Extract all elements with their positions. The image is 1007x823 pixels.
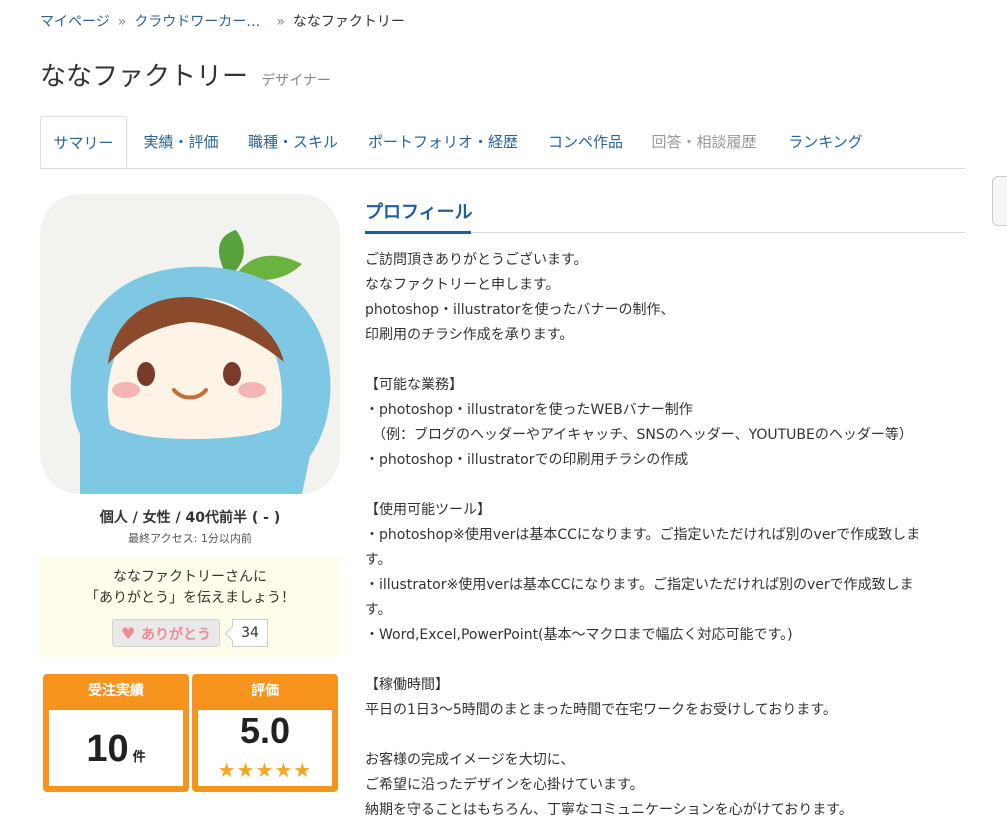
breadcrumb-mypage-link[interactable]: マイページ (40, 14, 110, 30)
thanks-count: 34 (232, 619, 268, 647)
profile-line: photoshop・illustratorを使ったバナーの制作、 (365, 302, 675, 318)
star-icon: ★ (217, 758, 237, 782)
profile-line: ・Word,Excel,PowerPoint(基本～マクロまで幅広く対応可能です… (365, 627, 793, 643)
heart-icon: ♥ (121, 624, 136, 643)
avatar (40, 194, 340, 494)
star-icon: ★ (274, 758, 294, 782)
rating-stars: ★★★★★ (198, 758, 332, 782)
role-label: デザイナー (261, 73, 331, 89)
breadcrumb-separator: » (276, 14, 285, 30)
last-access: 最終アクセス: 1分以内前 (128, 532, 252, 545)
thanks-message-line2: 「ありがとう」を伝えましょう！ (85, 590, 295, 606)
profile-line: 【使用可能ツール】 (365, 502, 491, 518)
side-drawer-handle[interactable] (992, 176, 1007, 226)
star-icon: ★ (236, 758, 256, 782)
profile-line: 【稼働時間】 (365, 677, 449, 693)
orders-stat-body: 10 件 (49, 710, 183, 786)
profile-line: 納期を守ることはもちろん、丁寧なコミュニケーションを心がけております。 (365, 802, 853, 818)
profile-line: 平日の1日3～5時間のまとまった時間で在宅ワークをお受けしております。 (365, 702, 837, 718)
thanks-panel: ななファクトリーさんに 「ありがとう」を伝えましょう！ ♥ ありがとう 34 (40, 557, 340, 657)
tab-summary[interactable]: サマリー (40, 116, 127, 168)
thanks-button[interactable]: ♥ ありがとう (112, 619, 220, 647)
breadcrumb-separator: » (117, 14, 127, 30)
page-title: ななファクトリー (40, 62, 249, 92)
profile-tabs: サマリー 実績・評価 職種・スキル ポートフォリオ・経歴 コンペ作品 回答・相談… (40, 116, 965, 169)
page-header: ななファクトリー デザイナー (40, 56, 331, 93)
profile-line: ・photoshop※使用verは基本CCになります。ご指定いただければ別のve… (365, 527, 921, 543)
tab-competition[interactable]: コンペ作品 (534, 116, 637, 168)
profile-line: お客様の完成イメージを大切に、 (365, 752, 575, 768)
profile-section-divider (365, 231, 965, 234)
profile-line (365, 348, 965, 373)
star-icon: ★ (255, 758, 275, 782)
breadcrumb-current: ななファクトリー (292, 14, 405, 30)
profile-text: ご訪問頂きありがとうございます。 ななファクトリーと申します。 photoshop・… (365, 248, 965, 823)
orders-stat-value: 10 (86, 728, 129, 770)
profile-line (365, 648, 965, 673)
profile-line: ご訪問頂きありがとうございます。 (365, 252, 588, 268)
star-icon: ★ (293, 758, 313, 782)
profile-line: ・photoshop・illustratorでの印刷用チラシの作成 (365, 452, 689, 468)
tab-portfolio[interactable]: ポートフォリオ・経歴 (352, 116, 534, 168)
profile-line: （例：ブログのヘッダーやアイキャッチ、SNSのヘッダー、YOUTUBEのヘッダー… (365, 427, 913, 443)
rating-stat-label: 評価 (251, 683, 279, 699)
tab-ranking[interactable]: ランキング (771, 116, 880, 168)
rating-stat-body: 5.0 ★★★★★ (198, 710, 332, 786)
profile-line: す。 (365, 602, 392, 618)
profile-line: ・photoshop・illustratorを使ったWEBバナー制作 (365, 402, 693, 418)
demographics: 個人 / 女性 / 40代前半 ( - ) (99, 510, 281, 526)
profile-section-title: プロフィール (365, 202, 473, 223)
profile-line: ご希望に沿ったデザインを心掛けています。 (365, 777, 644, 793)
profile-line (365, 723, 965, 748)
breadcrumb: マイページ » クラウドワーカー… » ななファクトリー (40, 11, 405, 31)
rating-stat-value: 5.0 (239, 710, 291, 751)
thanks-button-label: ありがとう (141, 627, 211, 643)
orders-stat-value-row: 10 件 (49, 728, 183, 771)
thanks-message-line1: ななファクトリーさんに (113, 569, 267, 585)
profile-line (365, 473, 965, 498)
profile-line: 【可能な業務】 (365, 377, 463, 393)
rating-stat: 評価 5.0 ★★★★★ (192, 674, 338, 792)
profile-line: ななファクトリーと申します。 (365, 277, 560, 293)
tab-achievements[interactable]: 実績・評価 (128, 116, 234, 168)
profile-line: す。 (365, 552, 392, 568)
tab-skills[interactable]: 職種・スキル (234, 116, 352, 168)
profile-line: 印刷用のチラシ作成を承ります。 (365, 327, 574, 343)
orders-stat-unit: 件 (132, 749, 146, 764)
breadcrumb-crowdworker-link[interactable]: クラウドワーカー… (134, 14, 260, 30)
orders-stat-label: 受注実績 (88, 683, 144, 699)
avatar-illustration (40, 194, 340, 494)
tab-answers[interactable]: 回答・相談履歴 (637, 116, 771, 168)
orders-stat: 受注実績 10 件 (43, 674, 189, 792)
profile-line: ・illustrator※使用verは基本CCになります。ご指定いただければ別の… (365, 577, 914, 593)
